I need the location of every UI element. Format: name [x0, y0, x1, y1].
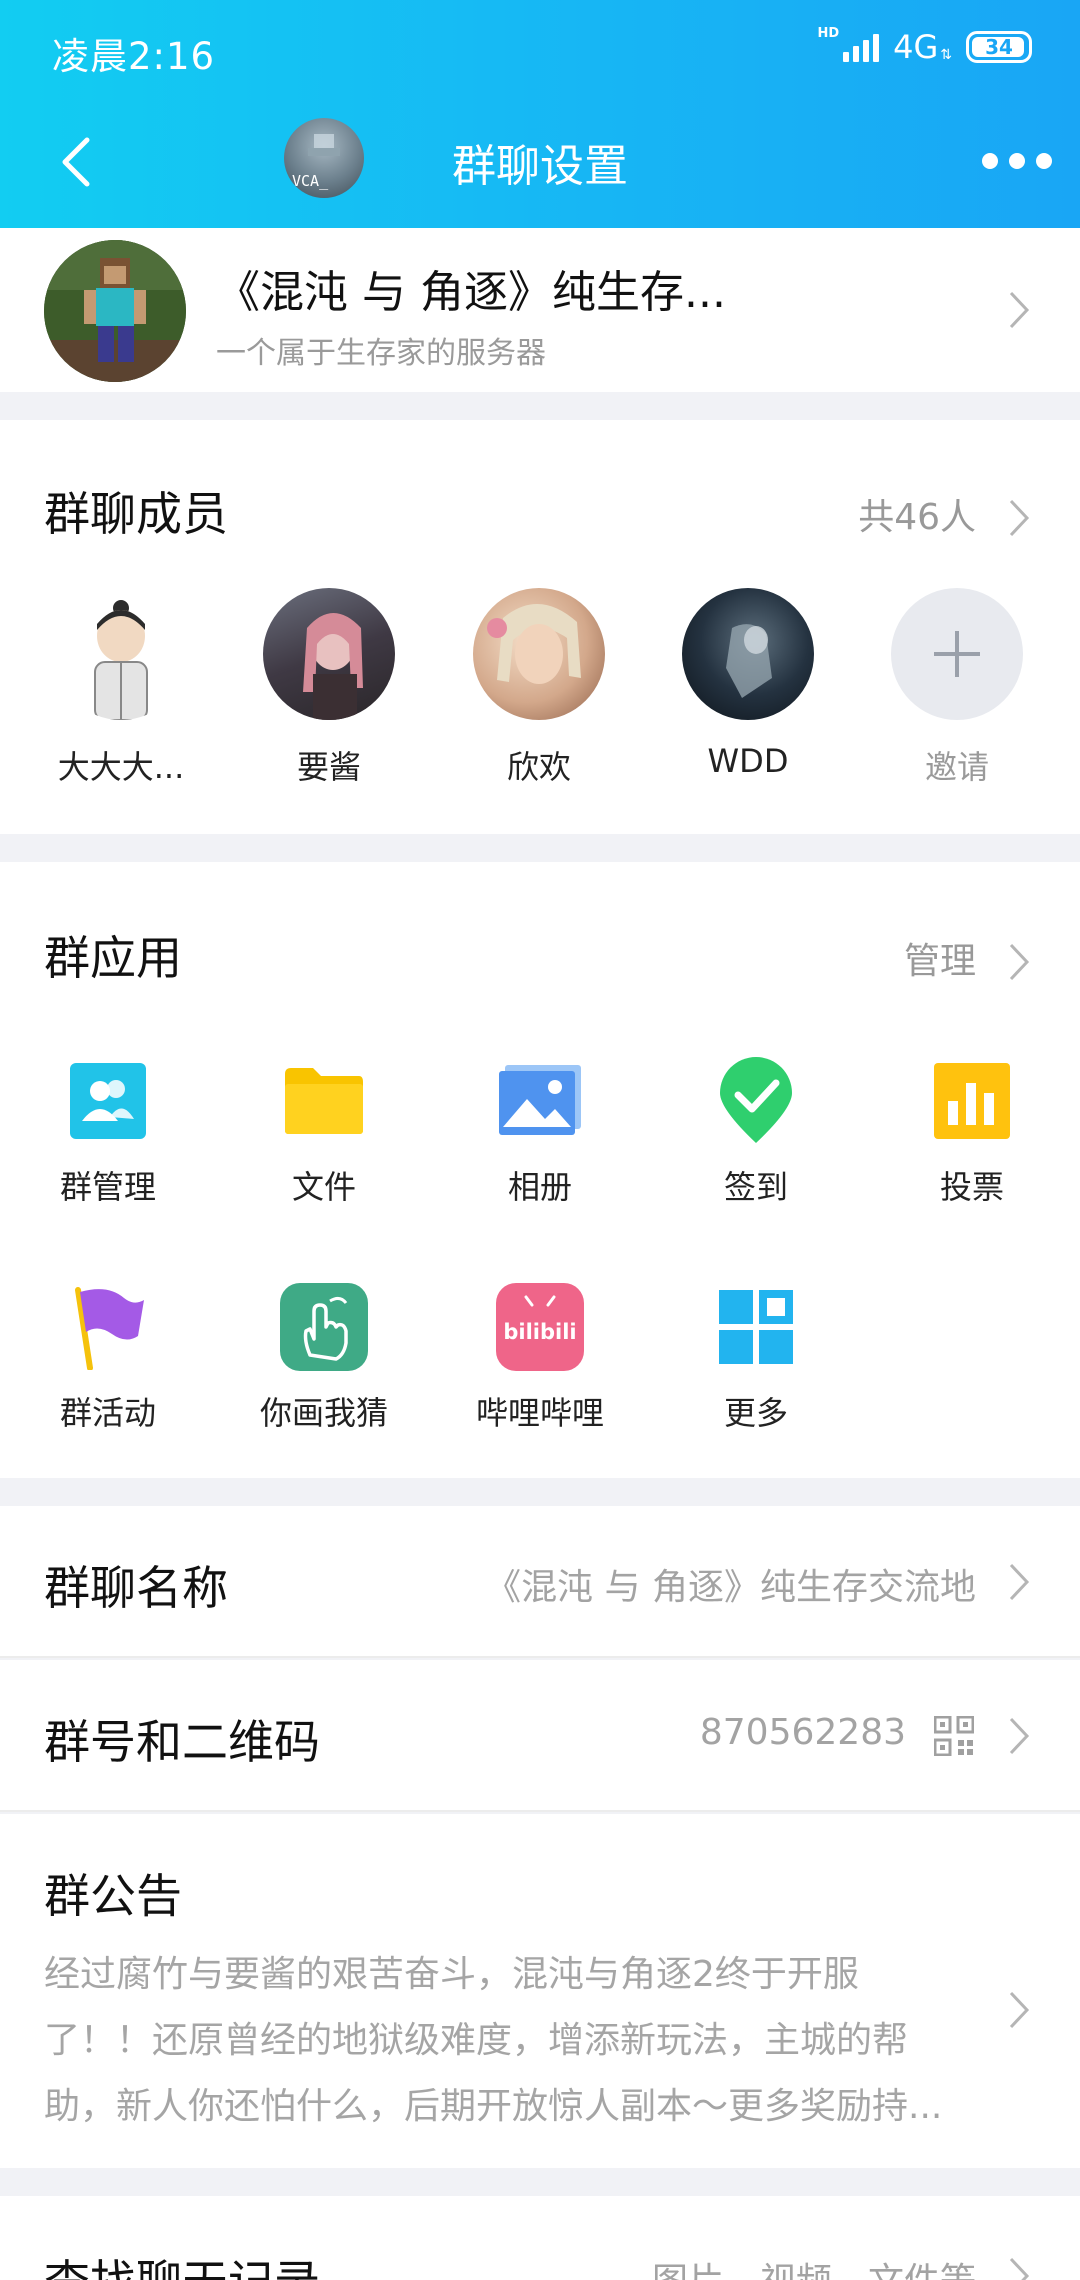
hd-label: HD: [817, 25, 840, 41]
bilibili-logo-text: bilibili: [503, 1320, 576, 1344]
group-id-title: 群号和二维码: [44, 1715, 320, 1769]
members-title: 群聊成员: [44, 487, 228, 541]
chevron-right-icon: [1009, 1563, 1030, 1601]
nav-bar: VCA_ 群聊设置: [0, 96, 1080, 228]
app-label: 你画我猜: [259, 1394, 388, 1432]
chevron-right-icon[interactable]: [1008, 942, 1030, 982]
group-name-value: 《混沌 与 角逐》纯生存交流地: [485, 1567, 976, 1608]
battery-icon: 34: [966, 31, 1032, 63]
bilibili-icon: bilibili: [495, 1282, 585, 1372]
qr-code-icon: [934, 1716, 974, 1756]
photo-album-icon: [495, 1056, 585, 1146]
members-count[interactable]: 共46人: [858, 488, 976, 540]
member-item[interactable]: 欣欢: [449, 588, 629, 788]
group-manage-icon: [63, 1056, 153, 1146]
page-title: 群聊设置: [452, 141, 628, 192]
group-apps-section: 群应用 管理 群管理 文件 相册 签到 投票 群活动 你画我猜 bilibili…: [0, 862, 1080, 1478]
group-id-row[interactable]: 群号和二维码 870562283: [0, 1660, 1080, 1812]
invite-label: 邀请: [924, 748, 989, 786]
group-name-title: 群聊名称: [44, 1561, 228, 1615]
chevron-right-icon: [1009, 1991, 1030, 2029]
notice-text: 经过腐竹与要酱的艰苦奋斗，混沌与角逐2终于开服 了！！还原曾经的地狱级难度，增添…: [44, 1942, 994, 2140]
chevron-right-icon: [1009, 2257, 1030, 2280]
member-name: 欣欢: [506, 748, 571, 786]
add-icon: [891, 588, 1023, 720]
network-type: 4G: [893, 28, 939, 66]
notice-line: 助，新人你还怕什么，后期开放惊人副本～更多奖励持...: [44, 2086, 943, 2127]
divider: [0, 1810, 1080, 1812]
member-item[interactable]: WDD: [658, 588, 838, 780]
app-group-manage[interactable]: 群管理: [18, 1056, 198, 1208]
group-info-card[interactable]: 《混沌 与 角逐》纯生存... 一个属于生存家的服务器: [0, 228, 1080, 392]
app-label: 文件: [291, 1168, 356, 1206]
more-options-button[interactable]: [982, 136, 1052, 186]
avatar: [263, 588, 395, 720]
app-group-activity[interactable]: 群活动: [18, 1282, 198, 1434]
notice-line: 了！！还原曾经的地狱级难度，增添新玩法，主城的帮: [44, 2020, 909, 2061]
battery-level: 34: [985, 35, 1013, 59]
app-label: 签到: [723, 1168, 788, 1206]
app-label: 投票: [939, 1168, 1004, 1206]
notice-line: 经过腐竹与要酱的艰苦奋斗，混沌与角逐2终于开服: [44, 1954, 859, 1995]
app-vote[interactable]: 投票: [882, 1056, 1062, 1208]
chevron-right-icon: [1009, 1717, 1030, 1755]
avatar: [473, 588, 605, 720]
invite-member[interactable]: 邀请: [867, 588, 1047, 788]
search-history-row[interactable]: 查找聊天记录 图片、视频、文件等: [0, 2196, 1080, 2280]
app-label: 更多: [723, 1394, 788, 1432]
chevron-right-icon[interactable]: [1008, 498, 1030, 538]
vote-icon: [927, 1056, 1017, 1146]
app-label: 群活动: [59, 1394, 156, 1432]
member-name: 要酱: [296, 748, 361, 786]
app-label: 相册: [507, 1168, 572, 1206]
member-item[interactable]: 要酱: [239, 588, 419, 788]
apps-manage[interactable]: 管理: [904, 932, 976, 984]
status-bar: 凌晨2:16 HD 4G ⇅ 34: [0, 0, 1080, 96]
app-more[interactable]: 更多: [666, 1282, 846, 1434]
member-name: WDD: [707, 742, 789, 780]
app-check-in[interactable]: 签到: [666, 1056, 846, 1208]
status-indicators: HD 4G ⇅ 34: [817, 25, 1032, 66]
folder-icon: [279, 1056, 369, 1146]
divider: [0, 1656, 1080, 1658]
app-label: 群管理: [59, 1168, 156, 1206]
group-notice-row[interactable]: 群公告 经过腐竹与要酱的艰苦奋斗，混沌与角逐2终于开服 了！！还原曾经的地狱级难…: [0, 1814, 1080, 2168]
avatar: [682, 588, 814, 720]
signal-icon: [843, 32, 880, 62]
avatar: [55, 588, 187, 720]
app-draw-guess[interactable]: 你画我猜: [234, 1282, 414, 1434]
check-in-icon: [711, 1056, 801, 1146]
data-arrows-icon: ⇅: [940, 47, 952, 63]
app-album[interactable]: 相册: [450, 1056, 630, 1208]
app-file[interactable]: 文件: [234, 1056, 414, 1208]
group-avatar: [44, 240, 186, 382]
flag-icon: [63, 1282, 153, 1372]
app-bilibili[interactable]: bilibili 哔哩哔哩: [450, 1282, 630, 1434]
chevron-right-icon: [1009, 291, 1030, 329]
more-grid-icon: [711, 1282, 801, 1372]
status-time: 凌晨2:16: [52, 35, 216, 78]
notice-title: 群公告: [44, 1869, 182, 1923]
app-label: 哔哩哔哩: [475, 1394, 604, 1432]
group-name-row[interactable]: 群聊名称 《混沌 与 角逐》纯生存交流地: [0, 1506, 1080, 1658]
member-name: 大大大...: [57, 748, 185, 786]
draw-guess-icon: [279, 1282, 369, 1372]
group-name: 《混沌 与 角逐》纯生存...: [216, 267, 726, 318]
group-id-value: 870562283: [699, 1712, 906, 1753]
group-description: 一个属于生存家的服务器: [216, 336, 546, 371]
header: 凌晨2:16 HD 4G ⇅ 34 VCA_ 群聊设置: [0, 0, 1080, 228]
search-history-title: 查找聊天记录: [44, 2246, 320, 2280]
member-item[interactable]: 大大大...: [31, 588, 211, 788]
apps-title: 群应用: [44, 931, 182, 985]
search-history-value: 图片、视频、文件等: [652, 2252, 976, 2280]
members-section: 群聊成员 共46人 大大大... 要酱 欣欢 WDD 邀请: [0, 420, 1080, 834]
